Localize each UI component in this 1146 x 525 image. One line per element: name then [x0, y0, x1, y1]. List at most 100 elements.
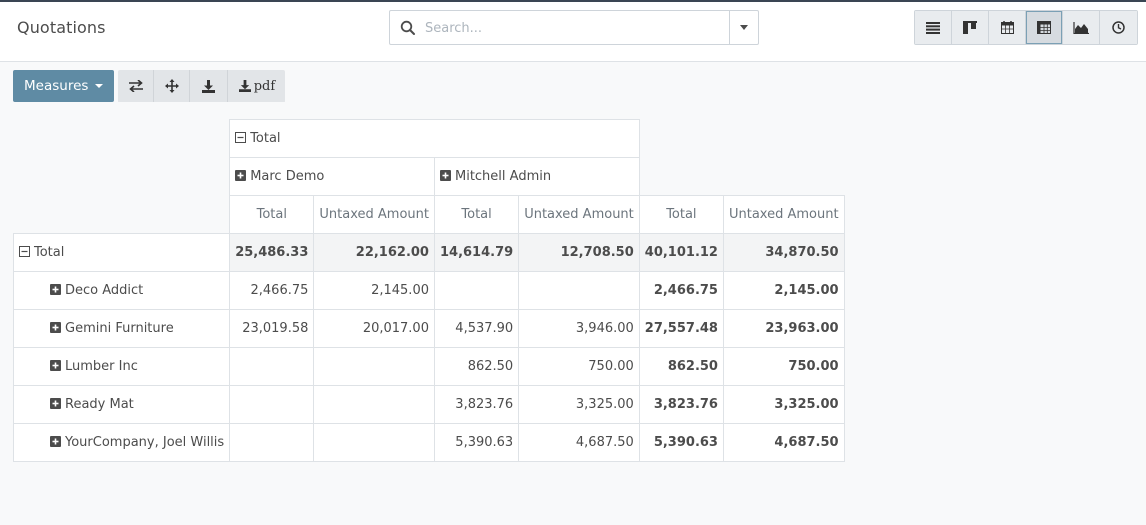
pivot-cell[interactable]: 862.50 — [638, 347, 724, 386]
pivot-cell[interactable]: 750.00 — [722, 347, 845, 386]
activity-view-icon — [1112, 21, 1125, 34]
pivot-cell[interactable]: 5,390.63 — [638, 423, 724, 462]
kanban-view-icon — [963, 21, 977, 34]
pivot-cell[interactable]: 34,870.50 — [722, 233, 845, 272]
pivot-cell[interactable]: 3,823.76 — [433, 385, 520, 424]
pivot-corner — [14, 120, 230, 158]
pivot-row: Gemini Furniture 23,019.58 20,017.00 4,5… — [12, 309, 845, 348]
row-header-total[interactable]: Total — [12, 233, 231, 272]
measures-button[interactable]: Measures — [13, 70, 115, 102]
row-header[interactable]: Deco Addict — [12, 271, 231, 310]
pivot-cell[interactable]: 4,537.90 — [433, 309, 520, 348]
pivot-cell[interactable]: 862.50 — [433, 347, 520, 386]
row-header-label: Gemini Furniture — [65, 321, 174, 336]
pivot-cell[interactable] — [433, 271, 520, 310]
view-switcher — [914, 10, 1138, 45]
measure-header[interactable]: Untaxed Amount — [313, 195, 435, 234]
measure-header[interactable]: Total — [433, 195, 520, 234]
pivot-cell[interactable]: 3,823.76 — [638, 385, 724, 424]
pivot-cell[interactable]: 14,614.79 — [433, 233, 520, 272]
row-header[interactable]: Lumber Inc — [12, 347, 231, 386]
pivot-cell[interactable]: 750.00 — [518, 347, 640, 386]
pivot-cell[interactable] — [518, 271, 640, 310]
row-header[interactable]: Ready Mat — [12, 385, 231, 424]
pivot-cell[interactable]: 2,145.00 — [313, 271, 435, 310]
plus-square-icon — [50, 284, 61, 295]
pivot-group-row: Marc Demo Mitchell Admin — [14, 157, 845, 196]
calendar-view-icon — [1000, 21, 1014, 34]
plus-square-icon — [50, 436, 61, 447]
pivot-cell[interactable]: 23,963.00 — [722, 309, 845, 348]
col-header-total[interactable]: Total — [229, 119, 640, 158]
pivot-cell[interactable]: 5,390.63 — [433, 423, 520, 462]
pivot-cell[interactable]: 20,017.00 — [313, 309, 435, 348]
caret-down-icon — [740, 25, 748, 30]
measure-header[interactable]: Untaxed Amount — [722, 195, 845, 234]
col-header-group[interactable]: Mitchell Admin — [433, 157, 640, 196]
pivot-actions: pdf — [118, 70, 286, 103]
pivot-row: Deco Addict 2,466.75 2,145.00 2,466.75 2… — [12, 271, 845, 310]
expand-all-button[interactable] — [154, 70, 191, 102]
minus-square-icon — [235, 132, 247, 143]
pivot-cell[interactable]: 23,019.58 — [229, 309, 315, 348]
pivot-cell[interactable]: 12,708.50 — [518, 233, 640, 272]
measure-header[interactable]: Untaxed Amount — [518, 195, 640, 234]
measure-header[interactable]: Total — [229, 195, 315, 234]
pivot-view-button[interactable] — [1026, 11, 1063, 44]
minus-square-icon — [19, 246, 30, 257]
download-pdf-button[interactable]: pdf — [228, 70, 286, 102]
search-input[interactable] — [425, 16, 715, 40]
pivot-cell[interactable] — [313, 423, 435, 462]
pivot-cell[interactable]: 3,325.00 — [722, 385, 845, 424]
pivot-cell[interactable]: 40,101.12 — [638, 233, 724, 272]
plus-square-icon — [50, 360, 61, 371]
pivot-cell[interactable]: 3,325.00 — [518, 385, 640, 424]
pivot-row: YourCompany, Joel Willis 5,390.63 4,687.… — [12, 423, 845, 462]
col-header-group-label: Marc Demo — [250, 169, 325, 184]
download-icon — [238, 80, 251, 92]
download-xlsx-button[interactable] — [190, 70, 229, 102]
row-header[interactable]: Gemini Furniture — [12, 309, 231, 348]
pivot-table: Total Marc Demo Mitchell Admin Total Unt… — [12, 119, 845, 462]
pivot-cell[interactable] — [313, 385, 435, 424]
pivot-cell[interactable]: 2,145.00 — [722, 271, 845, 310]
pivot-cell[interactable] — [229, 423, 315, 462]
pivot-total-row: Total 25,486.33 22,162.00 14,614.79 12,7… — [12, 233, 845, 272]
pivot-cell[interactable]: 25,486.33 — [229, 233, 315, 272]
plus-square-icon — [50, 322, 61, 333]
kanban-view-button[interactable] — [952, 11, 989, 44]
pivot-cell[interactable]: 4,687.50 — [518, 423, 640, 462]
pivot-cell[interactable]: 2,466.75 — [229, 271, 315, 310]
list-view-icon — [926, 21, 940, 34]
list-view-button[interactable] — [915, 11, 952, 44]
activity-view-button[interactable] — [1100, 11, 1137, 44]
pivot-view-icon — [1037, 21, 1051, 34]
pivot-cell[interactable]: 4,687.50 — [722, 423, 845, 462]
pivot-cell[interactable] — [229, 347, 315, 386]
pivot-cell[interactable]: 27,557.48 — [638, 309, 724, 348]
search-bar — [389, 10, 759, 45]
pivot-cell[interactable]: 22,162.00 — [313, 233, 435, 272]
col-header-group[interactable]: Marc Demo — [229, 157, 435, 196]
pivot-cell[interactable] — [313, 347, 435, 386]
measure-header[interactable]: Total — [638, 195, 724, 234]
caret-down-icon — [95, 84, 104, 88]
search-options-toggle[interactable] — [729, 11, 758, 44]
page-title: Quotations — [17, 18, 106, 37]
row-header[interactable]: YourCompany, Joel Willis — [12, 423, 231, 462]
pivot-cell[interactable]: 3,946.00 — [518, 309, 640, 348]
graph-view-icon — [1073, 21, 1089, 34]
flip-axis-button[interactable] — [118, 70, 155, 102]
control-panel: Quotations — [0, 2, 1146, 62]
plus-square-icon — [439, 170, 451, 181]
pivot-measure-row: Total Untaxed Amount Total Untaxed Amoun… — [14, 195, 845, 234]
calendar-view-button[interactable] — [989, 11, 1026, 44]
pdf-label: pdf — [253, 78, 276, 94]
col-header-group-label: Mitchell Admin — [454, 169, 552, 184]
pivot-cell[interactable] — [229, 385, 315, 424]
col-header-total-label: Total — [250, 131, 281, 146]
pivot-cell[interactable]: 2,466.75 — [638, 271, 724, 310]
plus-square-icon — [235, 170, 247, 181]
graph-view-button[interactable] — [1063, 11, 1100, 44]
arrows-icon — [164, 79, 179, 93]
